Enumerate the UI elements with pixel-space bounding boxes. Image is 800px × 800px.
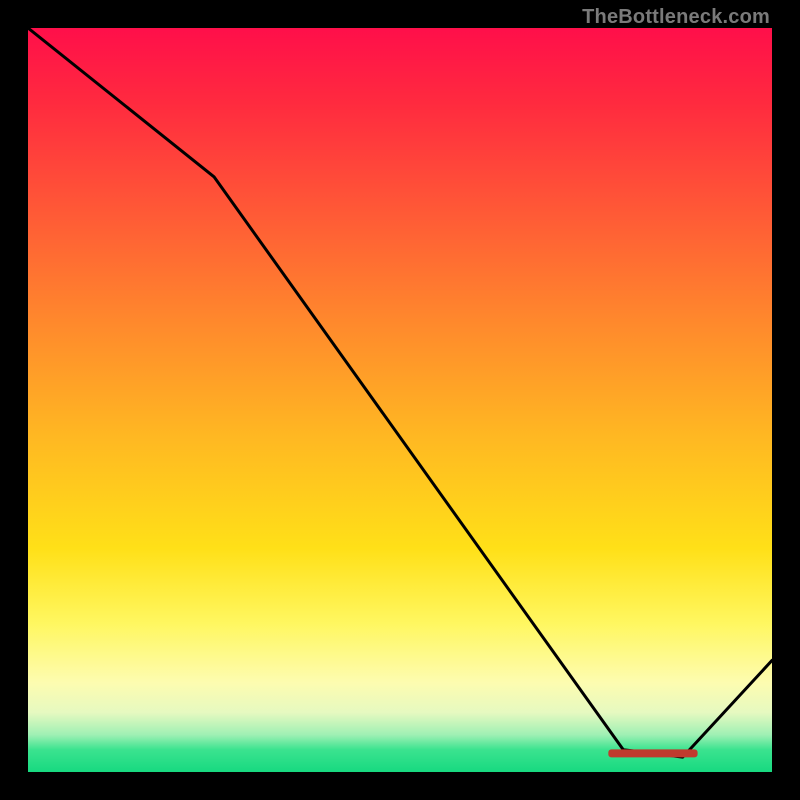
plot-area	[28, 28, 772, 772]
bottleneck-curve	[28, 28, 772, 757]
chart-frame: TheBottleneck.com	[0, 0, 800, 800]
watermark-text: TheBottleneck.com	[582, 6, 770, 29]
chart-overlay	[28, 28, 772, 772]
optimal-range-marker	[608, 749, 697, 757]
